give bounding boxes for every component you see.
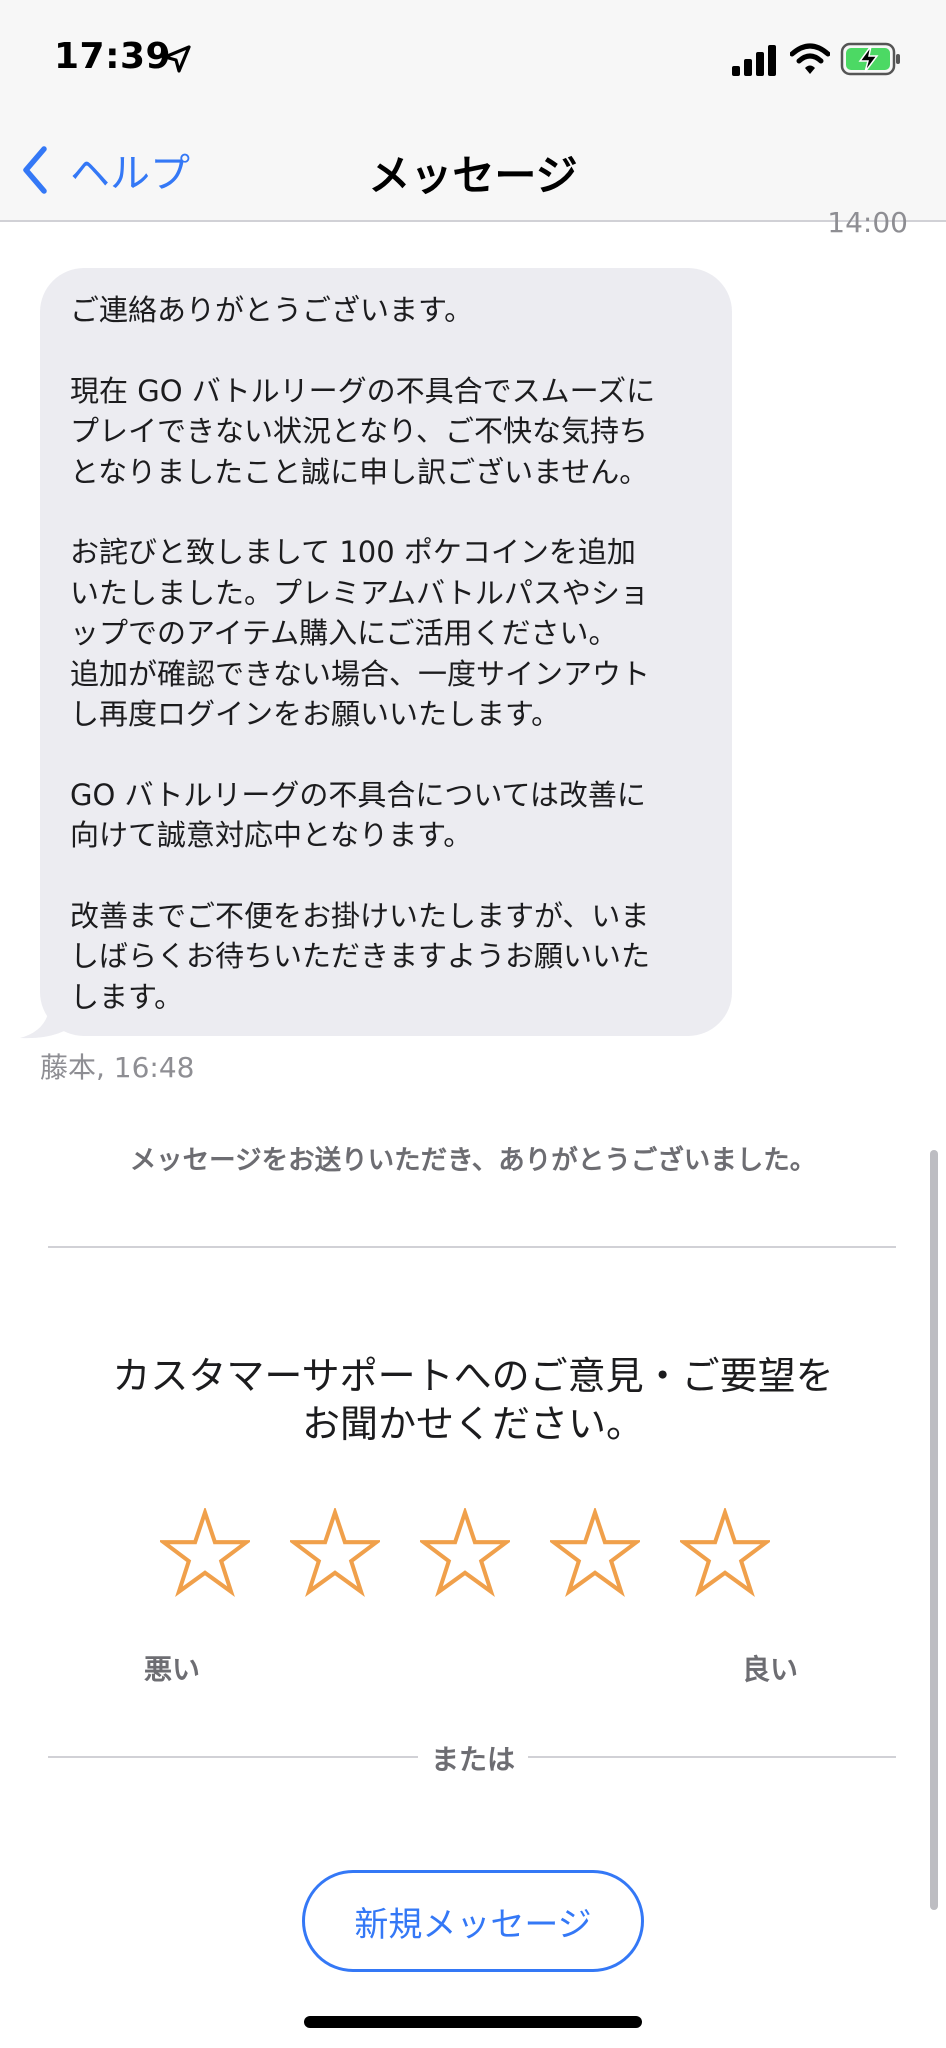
star-rating: [160, 1508, 800, 1598]
wifi-icon: [790, 43, 830, 74]
feedback-title-line: カスタマーサポートへのご意見・ご要望を: [112, 1354, 834, 1398]
page-title: メッセージ: [368, 151, 578, 200]
message-paragraph: ご連絡ありがとうございます。: [70, 293, 474, 327]
rating-low-label: 悪い: [144, 1653, 201, 1686]
new-message-button[interactable]: 新規メッセージ: [302, 1870, 644, 1972]
home-indicator: [304, 2016, 642, 2028]
message-paragraph: 改善までご不便をお掛けいたしますが、いま しばらくお待ちいただきますようお願いい…: [70, 898, 651, 1014]
scrollbar[interactable]: [930, 1150, 938, 1910]
battery-charging-icon: [840, 42, 900, 76]
status-time: 17:39: [54, 36, 172, 77]
divider: [48, 1246, 896, 1248]
star-icon[interactable]: [290, 1508, 380, 1598]
rating-high-label: 良い: [742, 1653, 799, 1686]
star-icon[interactable]: [680, 1508, 770, 1598]
or-separator-label: または: [430, 1743, 515, 1776]
message-sender-time: 藤本, 16:48: [40, 1051, 195, 1084]
navigation-bar: ヘルプ メッセージ: [0, 120, 946, 222]
feedback-title: カスタマーサポートへのご意見・ご要望を お聞かせください。: [0, 1352, 946, 1448]
message-paragraph: 現在 GO バトルリーグの不具合でスムーズに プレイできない状況となり、ご不快な…: [70, 373, 656, 489]
previous-timestamp: 14:00: [827, 206, 908, 239]
thanks-text: メッセージをお送りいただき、ありがとうございました。: [129, 1145, 817, 1176]
star-icon[interactable]: [420, 1508, 510, 1598]
star-icon[interactable]: [160, 1508, 250, 1598]
location-arrow-icon: [163, 45, 191, 73]
message-bubble: ご連絡ありがとうございます。 現在 GO バトルリーグの不具合でスムーズに プレ…: [40, 268, 732, 1036]
feedback-title-line: お聞かせください。: [301, 1402, 644, 1446]
message-paragraph: GO バトルリーグの不具合については改善に 向けて誠意対応中となります。: [70, 777, 646, 853]
divider: [528, 1756, 896, 1758]
divider: [48, 1756, 418, 1758]
star-icon[interactable]: [550, 1508, 640, 1598]
cellular-signal-icon: [732, 45, 776, 76]
message-paragraph: お詫びと致しまして 100 ポケコインを追加 いたしました。プレミアムバトルパス…: [70, 535, 651, 731]
status-bar: 17:39: [0, 0, 946, 120]
